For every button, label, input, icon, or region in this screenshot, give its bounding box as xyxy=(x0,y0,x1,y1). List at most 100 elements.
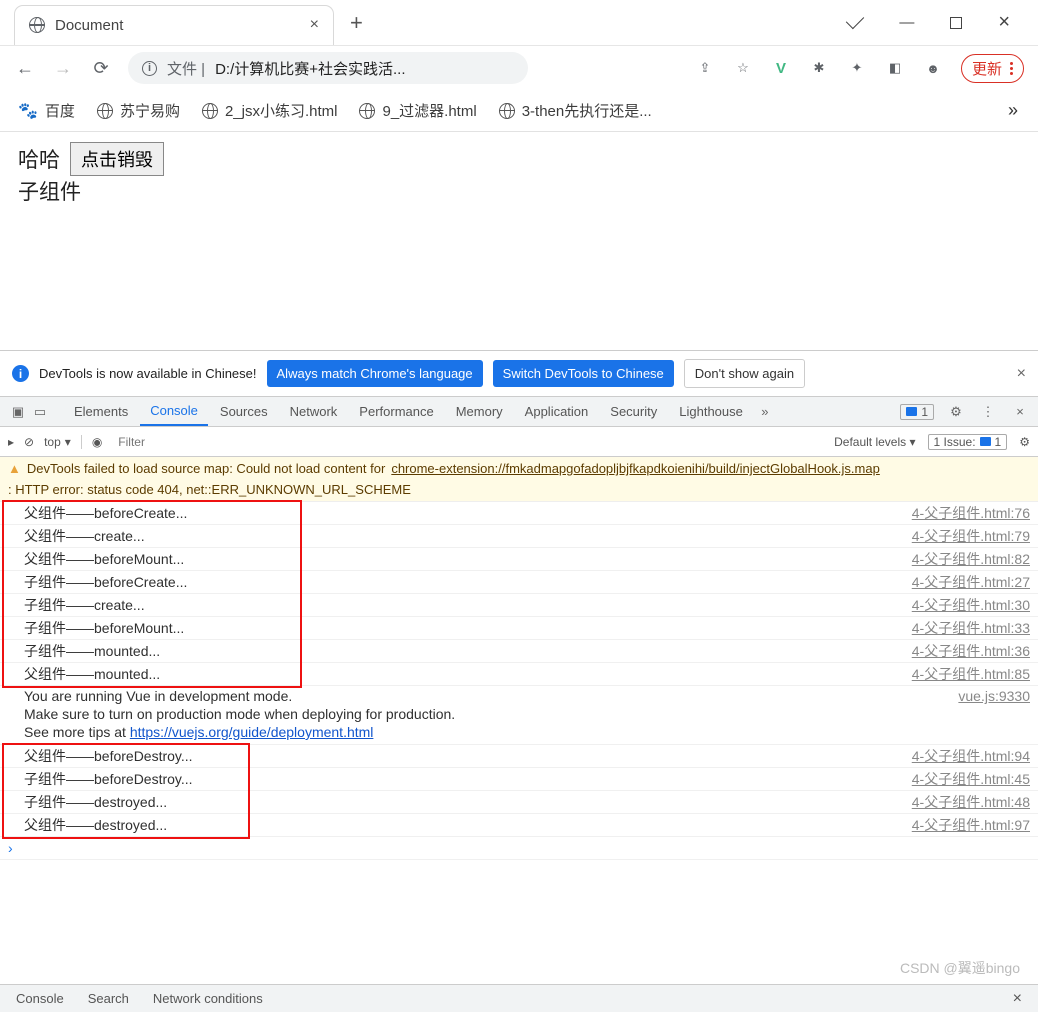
close-window-icon[interactable]: × xyxy=(998,11,1010,34)
page-text-haha: 哈哈 xyxy=(18,144,60,174)
kebab-icon[interactable]: ⋮ xyxy=(978,404,998,420)
log-source-link[interactable]: 4-父子组件.html:45 xyxy=(912,769,1030,789)
back-icon[interactable]: ← xyxy=(14,58,36,79)
log-row: 父组件——beforeMount...4-父子组件.html:82 xyxy=(0,548,1038,571)
bookmark-jsx[interactable]: 2_jsx小练习.html xyxy=(202,100,338,121)
log-row: 父组件——create... 4-父子组件.html:79 xyxy=(0,525,1038,548)
update-button[interactable]: 更新 xyxy=(961,54,1024,83)
destroy-button[interactable]: 点击销毁 xyxy=(70,142,164,176)
browser-tab[interactable]: Document × xyxy=(14,5,334,45)
log-row: 子组件——create... 4-父子组件.html:30 xyxy=(0,594,1038,617)
puzzle-icon[interactable]: ✦ xyxy=(847,58,867,78)
log-message: 子组件——create... xyxy=(24,595,145,615)
tab-application[interactable]: Application xyxy=(515,397,599,426)
levels-select[interactable]: Default levels ▾ xyxy=(834,435,915,449)
log-message: 父组件——create... xyxy=(24,526,145,546)
close-devtools-icon[interactable]: × xyxy=(1010,404,1030,419)
live-expression-icon[interactable]: ◉ xyxy=(92,435,102,449)
tab-memory[interactable]: Memory xyxy=(446,397,513,426)
tab-elements[interactable]: Elements xyxy=(64,397,138,426)
log-message: 子组件——mounted... xyxy=(24,641,160,661)
bookmarks-overflow-icon[interactable]: » xyxy=(1008,100,1020,121)
bookmark-label: 苏宁易购 xyxy=(120,100,180,121)
url-text: D:/计算机比赛+社会实践活... xyxy=(215,58,405,79)
sidepanel-icon[interactable]: ◧ xyxy=(885,58,905,78)
globe-icon xyxy=(29,17,45,33)
star-icon[interactable]: ☆ xyxy=(733,58,753,78)
drawer-tab-network-conditions[interactable]: Network conditions xyxy=(153,991,263,1006)
log-source-link[interactable]: vue.js:9330 xyxy=(958,688,1030,704)
menu-dots-icon xyxy=(1010,62,1013,75)
log-row: 父组件——destroyed...4-父子组件.html:97 xyxy=(0,814,1038,837)
clear-console-icon[interactable]: ⊘ xyxy=(24,435,34,449)
tab-sources[interactable]: Sources xyxy=(210,397,278,426)
log-source-link[interactable]: 4-父子组件.html:94 xyxy=(912,746,1030,766)
chevron-down-icon[interactable] xyxy=(847,11,863,34)
inspect-icon[interactable]: ▣ xyxy=(8,404,28,420)
log-source-link[interactable]: 4-父子组件.html:85 xyxy=(912,664,1030,684)
share-icon[interactable]: ⇪ xyxy=(695,58,715,78)
log-row: 子组件——beforeCreate...4-父子组件.html:27 xyxy=(0,571,1038,594)
warning-link[interactable]: chrome-extension://fmkadmapgofadopljbjfk… xyxy=(391,461,880,476)
issues-badge[interactable]: 1 xyxy=(900,404,934,420)
switch-chinese-button[interactable]: Switch DevTools to Chinese xyxy=(493,360,674,387)
vue-guide-link[interactable]: https://vuejs.org/guide/deployment.html xyxy=(130,724,374,740)
vue-devtools-icon[interactable]: V xyxy=(771,58,791,78)
log-source-link[interactable]: 4-父子组件.html:82 xyxy=(912,549,1030,569)
globe-icon xyxy=(499,103,515,119)
dont-show-button[interactable]: Don't show again xyxy=(684,359,805,388)
url-box[interactable]: i 文件 | D:/计算机比赛+社会实践活... xyxy=(128,52,528,84)
extension-icon[interactable]: ✱ xyxy=(809,58,829,78)
reload-icon[interactable]: ⟳ xyxy=(90,58,112,79)
bookmark-baidu[interactable]: 🐾百度 xyxy=(18,100,75,121)
devtools-language-banner: i DevTools is now available in Chinese! … xyxy=(0,350,1038,396)
sidebar-toggle-icon[interactable]: ▸ xyxy=(8,435,14,449)
vue-dev-warning: vue.js:9330 You are running Vue in devel… xyxy=(0,686,1038,745)
warning-icon: ▲ xyxy=(8,461,21,476)
profile-icon[interactable]: ☻ xyxy=(923,58,943,78)
tab-security[interactable]: Security xyxy=(600,397,667,426)
info-icon[interactable]: i xyxy=(142,61,157,76)
console-settings-icon[interactable]: ⚙ xyxy=(1019,435,1030,449)
forward-icon: → xyxy=(52,58,74,79)
log-source-link[interactable]: 4-父子组件.html:48 xyxy=(912,792,1030,812)
issues-link[interactable]: 1 Issue: 1 xyxy=(928,434,1008,450)
bookmark-suning[interactable]: 苏宁易购 xyxy=(97,100,180,121)
minimize-icon[interactable]: — xyxy=(899,11,914,34)
context-select[interactable]: top ▾ xyxy=(44,435,82,449)
log-source-link[interactable]: 4-父子组件.html:97 xyxy=(912,815,1030,835)
drawer-tab-console[interactable]: Console xyxy=(16,991,64,1006)
caret-down-icon: ▾ xyxy=(65,435,71,449)
log-source-link[interactable]: 4-父子组件.html:76 xyxy=(912,503,1030,523)
tab-performance[interactable]: Performance xyxy=(349,397,443,426)
log-source-link[interactable]: 4-父子组件.html:36 xyxy=(912,641,1030,661)
drawer-tab-search[interactable]: Search xyxy=(88,991,129,1006)
new-tab-button[interactable]: + xyxy=(350,10,363,36)
bookmark-then[interactable]: 3-then先执行还是... xyxy=(499,100,652,121)
tab-network[interactable]: Network xyxy=(280,397,348,426)
log-source-link[interactable]: 4-父子组件.html:27 xyxy=(912,572,1030,592)
filter-input[interactable] xyxy=(112,435,824,449)
device-icon[interactable]: ▭ xyxy=(30,404,50,420)
always-match-button[interactable]: Always match Chrome's language xyxy=(267,360,483,387)
console-prompt[interactable]: › xyxy=(0,837,1038,860)
maximize-icon[interactable] xyxy=(950,11,962,34)
tab-lighthouse[interactable]: Lighthouse xyxy=(669,397,753,426)
close-tab-icon[interactable]: × xyxy=(310,16,319,34)
close-banner-icon[interactable]: × xyxy=(1017,365,1026,383)
info-icon: i xyxy=(12,365,29,382)
tab-console[interactable]: Console xyxy=(140,397,208,426)
log-row: 子组件——destroyed...4-父子组件.html:48 xyxy=(0,791,1038,814)
settings-icon[interactable]: ⚙ xyxy=(946,404,966,420)
console-toolbar: ▸ ⊘ top ▾ ◉ Default levels ▾ 1 Issue: 1 … xyxy=(0,427,1038,457)
log-source-link[interactable]: 4-父子组件.html:79 xyxy=(912,526,1030,546)
vue-msg-line: See more tips at https://vuejs.org/guide… xyxy=(24,724,1030,742)
tab-title: Document xyxy=(55,17,300,34)
bookmark-filter[interactable]: 9_过滤器.html xyxy=(359,100,476,121)
log-row: 父组件——beforeDestroy...4-父子组件.html:94 xyxy=(0,745,1038,768)
bookmarks-bar: 🐾百度 苏宁易购 2_jsx小练习.html 9_过滤器.html 3-then… xyxy=(0,90,1038,132)
log-source-link[interactable]: 4-父子组件.html:30 xyxy=(912,595,1030,615)
tabs-overflow-icon[interactable]: » xyxy=(755,404,775,419)
log-source-link[interactable]: 4-父子组件.html:33 xyxy=(912,618,1030,638)
close-drawer-icon[interactable]: × xyxy=(1013,990,1022,1008)
